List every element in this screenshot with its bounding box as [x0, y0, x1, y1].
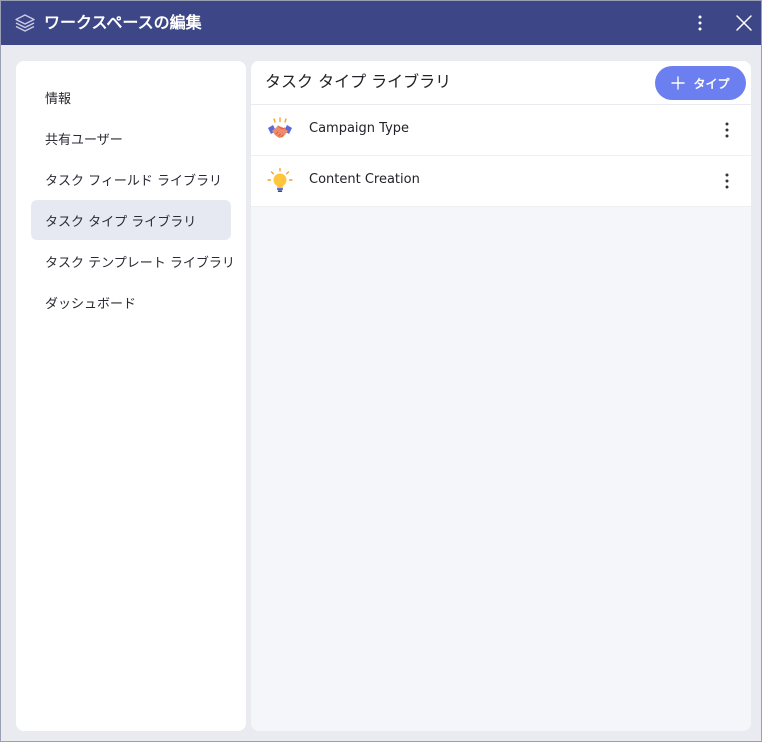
task-type-library-panel: タスク タイプ ライブラリ タイプ Campaign Type Content …: [251, 61, 751, 731]
list-item[interactable]: Content Creation: [251, 156, 751, 207]
sidebar-item-info[interactable]: 情報: [31, 77, 231, 117]
window-more-button[interactable]: [688, 11, 712, 35]
sidebar-item-dashboard[interactable]: ダッシュボード: [31, 282, 231, 322]
sidebar-item-label: タスク タイプ ライブラリ: [45, 214, 197, 230]
close-icon: [736, 15, 752, 31]
layers-icon: [15, 14, 35, 32]
sidebar-item-label: ダッシュボード: [45, 296, 137, 312]
page-title: タスク タイプ ライブラリ: [265, 72, 452, 91]
title-bar: ワークスペースの編集: [1, 1, 761, 45]
handshake-icon: [268, 117, 292, 138]
plus-icon: [671, 76, 686, 90]
sidebar-item-shared-users[interactable]: 共有ユーザー: [31, 118, 231, 158]
sidebar-item-task-type-library[interactable]: タスク タイプ ライブラリ: [31, 200, 231, 240]
task-type-name: Content Creation: [309, 172, 420, 187]
sidebar-item-label: タスク テンプレート ライブラリ: [45, 255, 235, 271]
sidebar-item-label: 共有ユーザー: [45, 132, 123, 148]
more-vertical-icon: [698, 15, 702, 31]
sidebar-item-task-field-library[interactable]: タスク フィールド ライブラリ: [31, 159, 231, 199]
window-close-button[interactable]: [732, 11, 756, 35]
sidebar-item-label: タスク フィールド ライブラリ: [45, 173, 223, 189]
settings-sidebar: 情報 共有ユーザー タスク フィールド ライブラリ タスク タイプ ライブラリ …: [16, 61, 246, 731]
panel-header: タスク タイプ ライブラリ タイプ: [251, 61, 751, 105]
row-more-button[interactable]: [715, 118, 739, 142]
edit-workspace-window: ワークスペースの編集 情報 共有ユーザー タスク フィールド ライブラリ タスク…: [0, 0, 762, 742]
more-vertical-icon: [725, 173, 729, 189]
row-more-button[interactable]: [715, 169, 739, 193]
sidebar-item-task-template-library[interactable]: タスク テンプレート ライブラリ: [31, 241, 235, 281]
add-type-button[interactable]: タイプ: [655, 66, 746, 100]
window-title: ワークスペースの編集: [44, 13, 202, 32]
task-type-name: Campaign Type: [309, 121, 410, 136]
lightbulb-icon: [267, 167, 293, 192]
sidebar-item-label: 情報: [45, 91, 72, 107]
list-item[interactable]: Campaign Type: [251, 105, 751, 156]
add-type-label: タイプ: [693, 76, 730, 91]
task-type-list: Campaign Type Content Creation: [251, 105, 751, 207]
more-vertical-icon: [725, 122, 729, 138]
